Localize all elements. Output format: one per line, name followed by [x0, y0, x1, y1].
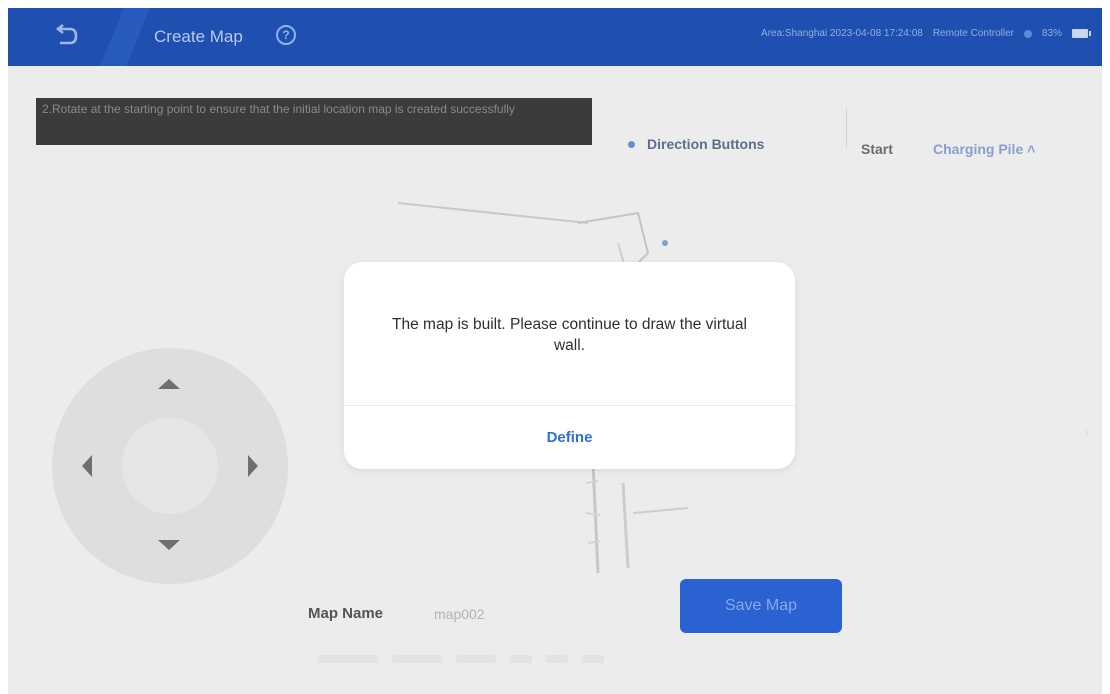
map-scan-line — [591, 462, 600, 574]
robot-position-icon — [662, 240, 668, 246]
battery-icon — [1072, 29, 1091, 38]
top-bar: Create Map ? Area:Shanghai 2023-04-08 17… — [8, 8, 1102, 66]
battery-percent: 83% — [1041, 28, 1062, 39]
map-name-input[interactable] — [434, 602, 634, 626]
define-button[interactable]: Define — [344, 406, 795, 469]
map-name-label: Map Name — [308, 605, 384, 622]
wifi-icon — [1023, 29, 1032, 38]
start-button[interactable]: Start — [861, 141, 893, 157]
back-button[interactable] — [48, 20, 84, 54]
status-bar: Area:Shanghai 2023-04-08 17:24:08 Remote… — [761, 28, 1091, 39]
direction-pad-center — [122, 418, 218, 514]
move-right-button[interactable] — [248, 455, 258, 477]
move-left-button[interactable] — [82, 455, 92, 477]
back-arrow-icon — [55, 23, 78, 45]
direction-buttons-toggle[interactable]: Direction Buttons — [628, 136, 764, 152]
charging-pile-button[interactable]: Charging Pile ˄ — [933, 141, 1035, 157]
page-title: Create Map — [154, 27, 243, 46]
save-map-button[interactable]: Save Map — [680, 579, 842, 633]
move-up-button[interactable] — [158, 379, 180, 389]
controller-label: Remote Controller — [932, 28, 1014, 39]
header-divider — [100, 8, 150, 66]
charging-pile-label: Charging Pile — [933, 141, 1024, 157]
area-datetime: Area:Shanghai 2023-04-08 17:24:08 — [761, 28, 923, 39]
side-handle-icon[interactable]: › — [1084, 420, 1102, 446]
toggle-dot-icon — [628, 140, 635, 148]
faint-controls-row — [318, 650, 658, 663]
direction-buttons-label: Direction Buttons — [647, 136, 765, 152]
map-scan-line — [632, 507, 689, 514]
help-icon[interactable]: ? — [276, 25, 296, 45]
move-down-button[interactable] — [158, 540, 180, 550]
direction-pad — [52, 348, 288, 584]
map-built-dialog: The map is built. Please continue to dra… — [344, 262, 795, 469]
instruction-tip: 2.Rotate at the starting point to ensure… — [36, 98, 592, 145]
map-scan-line — [621, 482, 630, 569]
toolbar-divider — [846, 108, 847, 148]
dialog-message: The map is built. Please continue to dra… — [392, 316, 747, 354]
app-window: Create Map ? Area:Shanghai 2023-04-08 17… — [8, 8, 1102, 694]
map-scan-line — [397, 202, 589, 224]
dropdown-marker-icon: ˄ — [1023, 141, 1036, 157]
